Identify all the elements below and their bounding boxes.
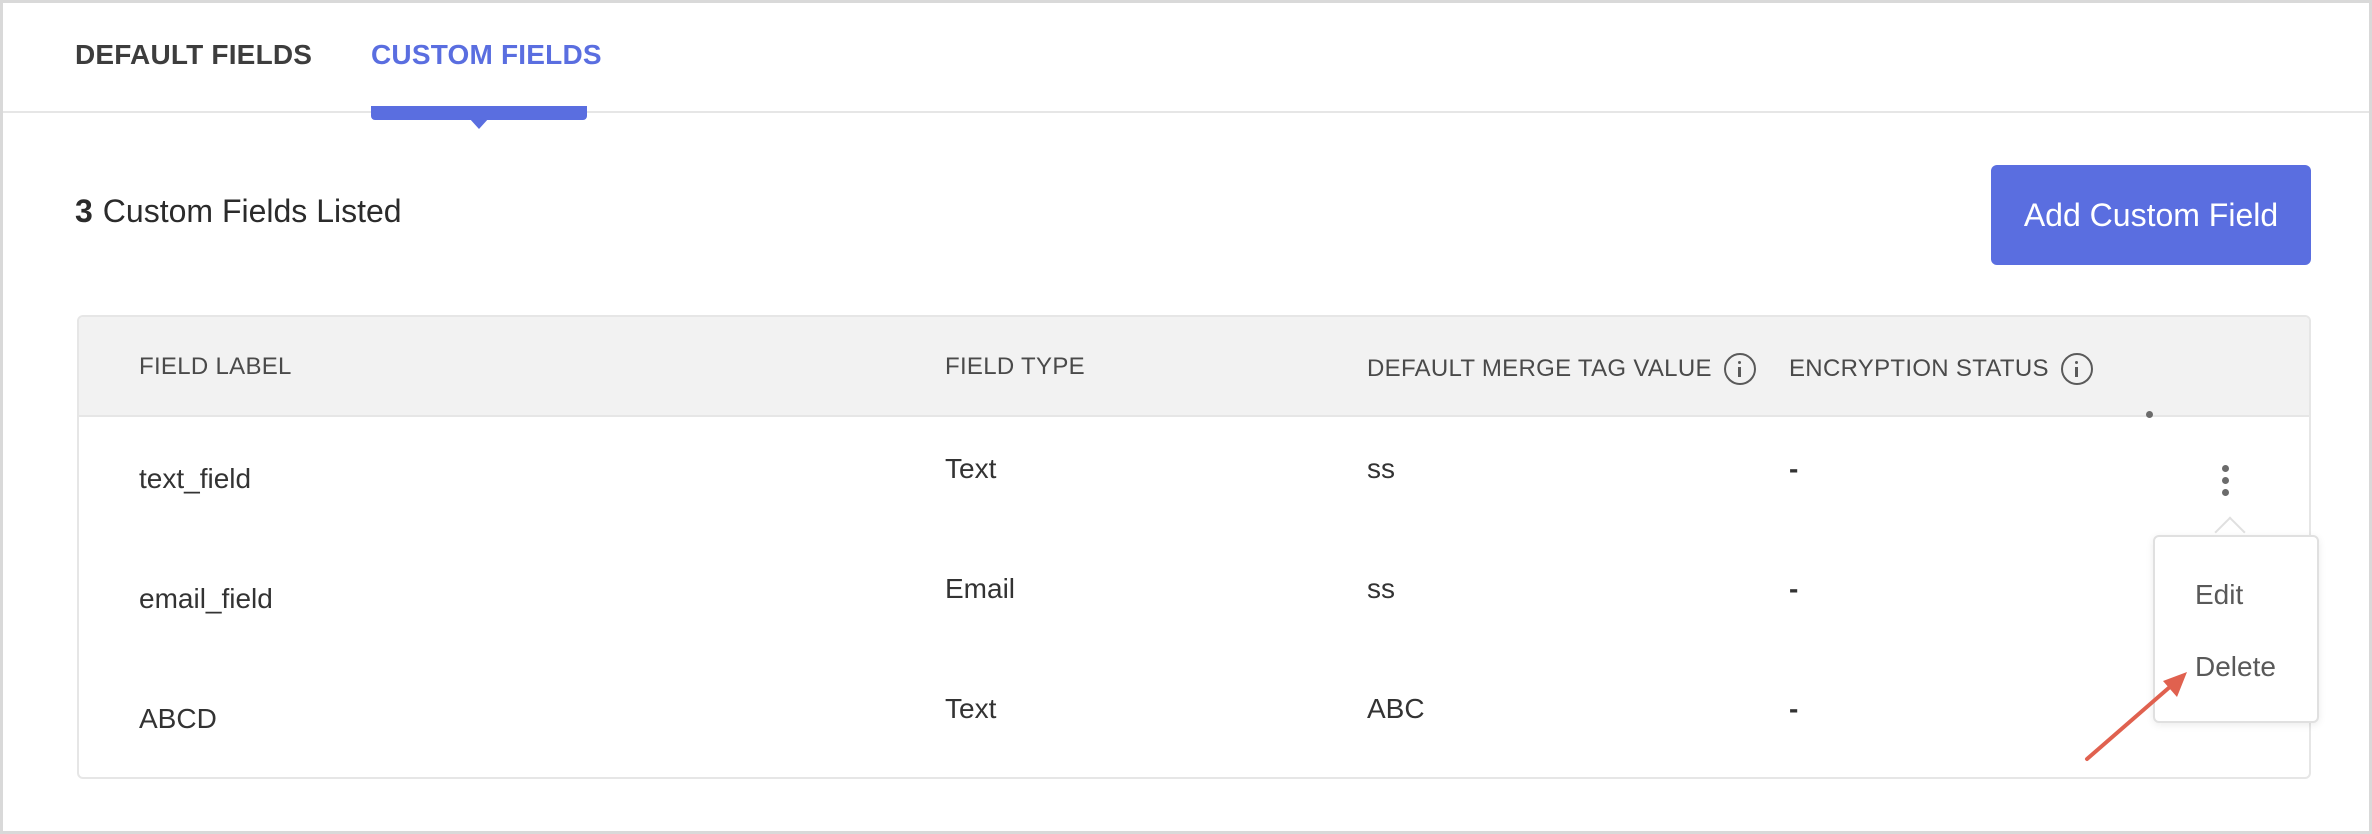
header-field-type-text: FIELD TYPE <box>945 353 1085 380</box>
header-default-merge-tag: DEFAULT MERGE TAG VALUE <box>1367 353 1756 385</box>
fields-count: 3 <box>75 193 93 229</box>
arrow-icon <box>2085 672 2187 761</box>
edit-menu-item[interactable]: Edit <box>2195 579 2243 611</box>
encryption-cell: - <box>1789 453 1799 484</box>
table-row: email_field Email ss - <box>79 539 2309 659</box>
merge-value-cell: ABC <box>1367 693 1425 724</box>
field-label-cell: text_field <box>139 463 252 494</box>
field-label-cell: ABCD <box>139 703 217 734</box>
encryption-info-icon[interactable] <box>2060 353 2093 385</box>
delete-menu-item[interactable]: Delete <box>2195 651 2276 683</box>
tab-custom-fields[interactable]: CUSTOM FIELDS <box>371 39 602 71</box>
header-field-label-text: FIELD LABEL <box>139 353 292 380</box>
table-row: text_field Text ss - <box>79 419 2309 539</box>
table-header: FIELD LABEL FIELD TYPE DEFAULT MERGE TAG… <box>79 317 2309 417</box>
encryption-cell: - <box>1789 573 1799 604</box>
tab-bar: DEFAULT FIELDS CUSTOM FIELDS <box>3 3 2369 113</box>
header-field-type: FIELD TYPE <box>945 353 1085 381</box>
header-encryption-status: ENCRYPTION STATUS <box>1789 353 2093 385</box>
fields-count-summary: 3 Custom Fields Listed <box>75 193 402 230</box>
header-encryption-status-text: ENCRYPTION STATUS <box>1789 355 2049 382</box>
kebab-menu-icon-partial[interactable] <box>2146 411 2153 418</box>
custom-fields-table: FIELD LABEL FIELD TYPE DEFAULT MERGE TAG… <box>77 315 2311 779</box>
tab-default-fields[interactable]: DEFAULT FIELDS <box>75 39 312 71</box>
merge-value-cell: ss <box>1367 453 1395 484</box>
field-type-cell: Text <box>945 453 997 484</box>
field-label-cell: email_field <box>139 583 273 614</box>
table-row: ABCD Text ABC - <box>79 659 2309 777</box>
custom-fields-panel: DEFAULT FIELDS CUSTOM FIELDS 3 Custom Fie… <box>0 0 2372 834</box>
field-type-cell: Text <box>945 693 997 724</box>
header-default-merge-tag-text: DEFAULT MERGE TAG VALUE <box>1367 355 1712 382</box>
encryption-cell: - <box>1789 693 1799 724</box>
active-tab-notch <box>469 118 489 129</box>
fields-count-text: Custom Fields Listed <box>102 193 402 229</box>
add-custom-field-button[interactable]: Add Custom Field <box>1991 165 2311 265</box>
merge-value-cell: ss <box>1367 573 1395 604</box>
field-type-cell: Email <box>945 573 1016 604</box>
header-field-label: FIELD LABEL <box>139 353 292 381</box>
kebab-menu-icon[interactable] <box>2219 461 2231 501</box>
merge-tag-info-icon[interactable] <box>1723 353 1756 385</box>
